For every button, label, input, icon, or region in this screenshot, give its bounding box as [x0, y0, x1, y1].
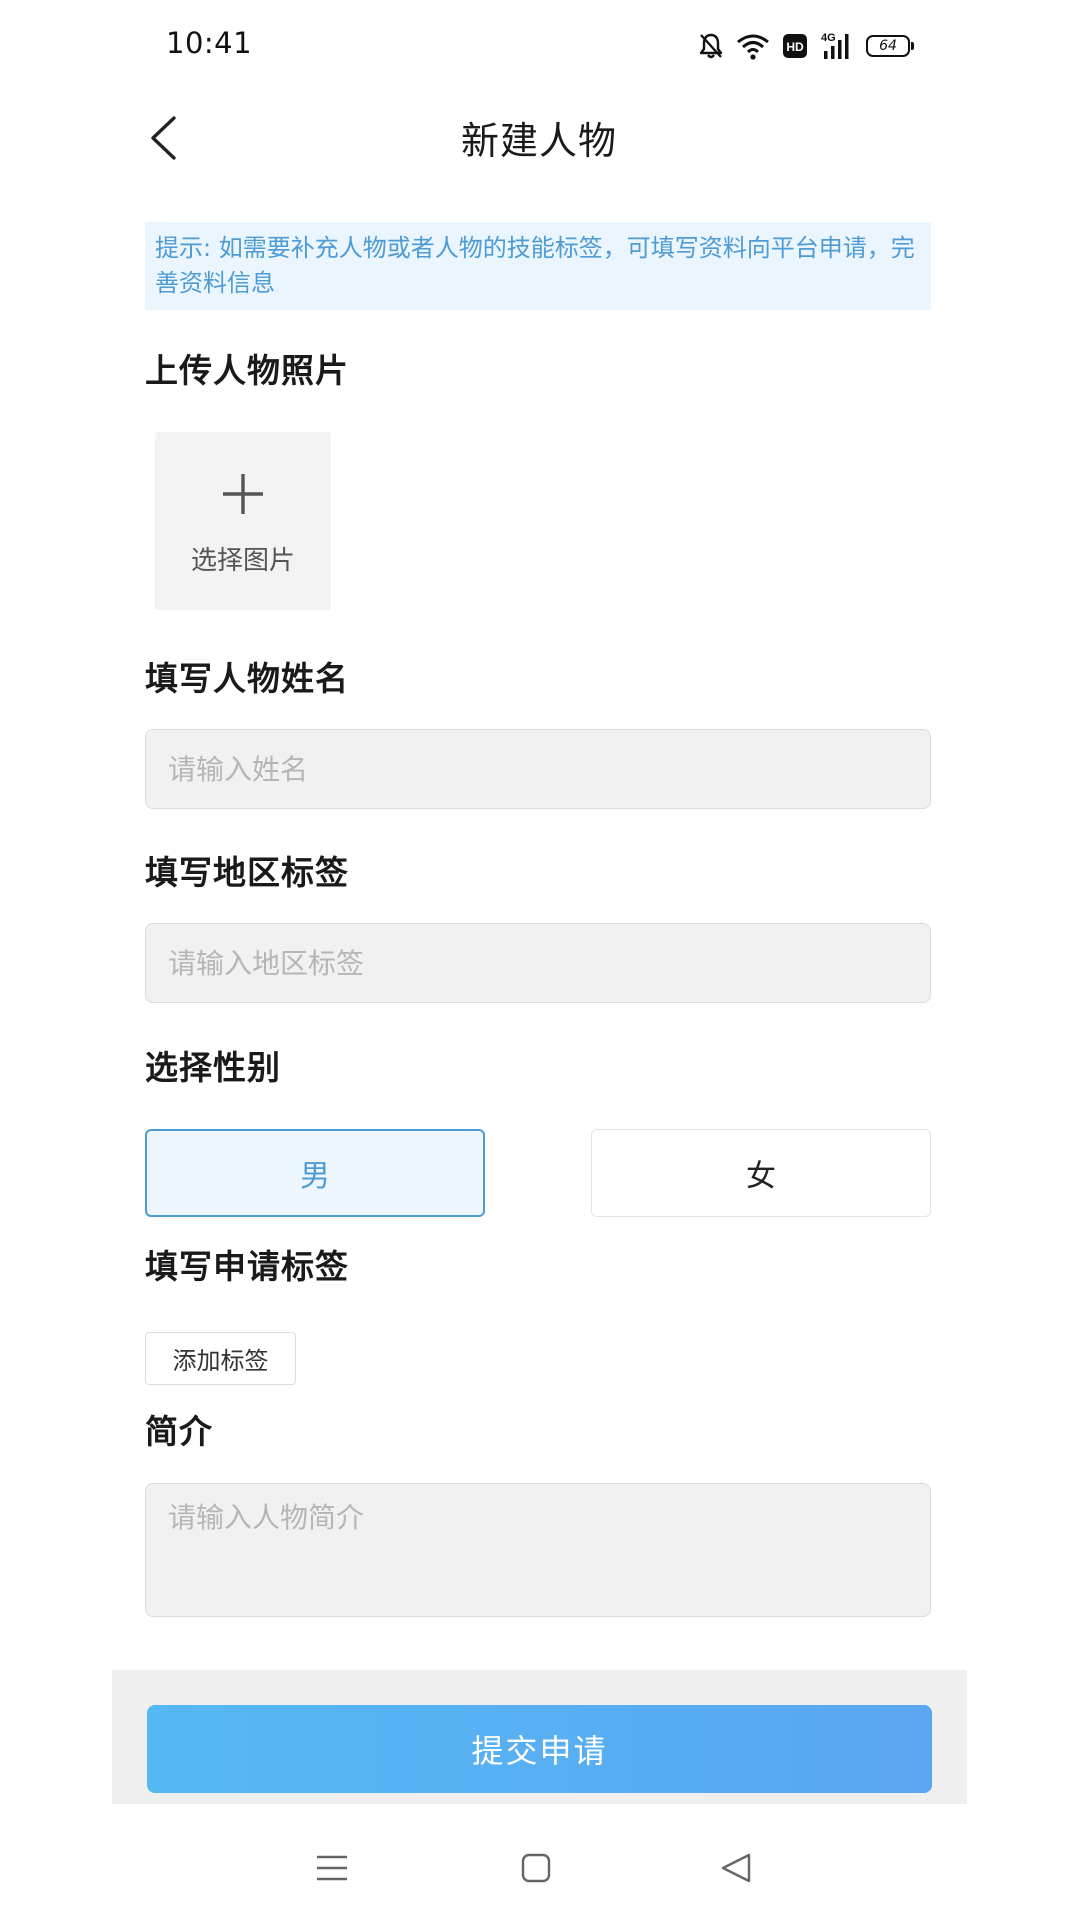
back-key[interactable] [716, 1850, 756, 1886]
hint-banner: 提示: 如需要补充人物或者人物的技能标签，可填写资料向平台申请，完善资料信息 [145, 222, 931, 310]
region-label: 填写地区标签 [145, 853, 349, 892]
new-person-screen: 10:41 HD 4G 64 新建人物 提示: 如需要补充人物或者人物的技能标签… [0, 0, 1078, 1918]
cellular-signal-icon: 4G [821, 32, 849, 59]
svg-text:HD: HD [786, 40, 804, 54]
svg-text:4G: 4G [821, 32, 836, 44]
intro-label: 简介 [145, 1412, 213, 1451]
gender-female-option[interactable]: 女 [591, 1129, 931, 1217]
apply-tags-label: 填写申请标签 [145, 1247, 349, 1286]
page-title: 新建人物 [460, 119, 617, 163]
region-input[interactable] [145, 923, 931, 1003]
mute-bell-icon [699, 33, 723, 59]
status-icons: HD 4G 64 [698, 30, 914, 62]
status-time: 10:41 [166, 26, 253, 60]
submit-button[interactable]: 提交申请 [147, 1705, 932, 1793]
gender-label: 选择性别 [145, 1048, 281, 1087]
home-square-icon [521, 1853, 551, 1883]
select-image-button[interactable]: 选择图片 [155, 432, 331, 610]
name-input[interactable] [145, 729, 931, 809]
upload-photo-label: 上传人物照片 [145, 351, 349, 390]
nav-bar: 新建人物 [0, 92, 1078, 182]
back-triangle-icon [721, 1853, 751, 1883]
intro-textarea[interactable] [145, 1483, 931, 1617]
status-bar: 10:41 HD 4G 64 [0, 0, 1078, 92]
battery-icon: 64 [866, 35, 914, 57]
name-label: 填写人物姓名 [145, 659, 349, 698]
add-tag-button[interactable]: 添加标签 [145, 1332, 296, 1385]
plus-icon [223, 474, 263, 514]
wifi-icon [737, 34, 769, 60]
hd-icon: HD [783, 34, 807, 58]
gender-male-option[interactable]: 男 [145, 1129, 485, 1217]
menu-key[interactable] [312, 1850, 352, 1886]
home-key[interactable] [516, 1850, 556, 1886]
system-nav-bar [0, 1810, 1078, 1918]
select-image-label: 选择图片 [190, 546, 295, 576]
submit-area: 提交申请 [112, 1670, 967, 1804]
menu-icon [317, 1855, 347, 1881]
